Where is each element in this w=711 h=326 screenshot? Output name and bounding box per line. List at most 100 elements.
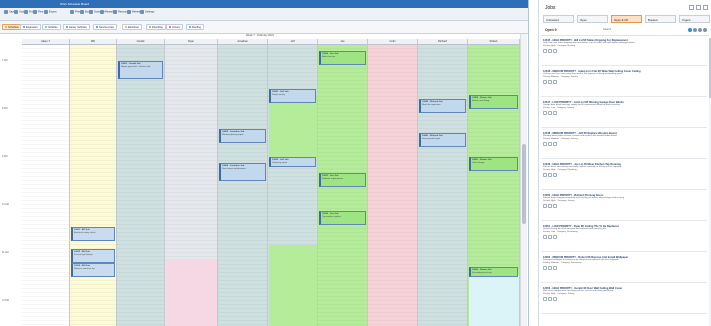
sort-icon[interactable]: [703, 28, 707, 32]
tab-color-dot: [23, 26, 25, 29]
tab-label: Joinery: [172, 26, 181, 29]
edit-icon[interactable]: [548, 172, 552, 177]
tab-heavy-vehicles[interactable]: Heavy Vehicles: [63, 24, 90, 30]
book-icon[interactable]: [543, 296, 547, 301]
schedule-event[interactable]: 12406 - Jonathan Job Door frame replaceme…: [219, 163, 266, 181]
book-icon[interactable]: [543, 265, 547, 270]
panel-tab-unbooked[interactable]: Unbooked: [543, 15, 574, 23]
toolbar-print-button[interactable]: Print: [33, 10, 43, 14]
add-icon[interactable]: [688, 28, 692, 32]
tab-label: Service Area: [99, 26, 114, 29]
event-description: Radiator replacement: [322, 177, 343, 180]
book-icon[interactable]: [543, 48, 547, 53]
toolbar-export-button[interactable]: Export: [44, 10, 57, 14]
event-description: Fence panel repair: [422, 137, 441, 140]
time-label: 11 AM: [2, 251, 9, 254]
schedule-event[interactable]: 12415 - Bill Job Fit new light fittings: [71, 249, 115, 263]
tab-roofing[interactable]: Roofing: [186, 24, 204, 30]
tab-engineers[interactable]: Engineers: [20, 24, 41, 30]
schedule-event[interactable]: 12405 - Jonathan Job Window glazing repai…: [219, 129, 266, 143]
schedule-event[interactable]: 12430 - Joe Job Boiler service: [319, 51, 366, 65]
schedule-event[interactable]: 12431 - Joe Job Radiator replacement: [319, 173, 366, 187]
job-list-item[interactable]: 12349 - HIGH PRIORITY - Joe LH 4ft Mixer…: [541, 162, 707, 190]
schedule-event[interactable]: 12450 - Robert Job Kitchen unit fitting: [469, 95, 518, 109]
edit-icon[interactable]: [548, 296, 552, 301]
maximize-icon[interactable]: [696, 5, 701, 10]
toolbar-label: Print: [38, 10, 44, 14]
info-icon[interactable]: [553, 234, 557, 239]
panel-tab-urgent[interactable]: Urgent: [679, 15, 710, 23]
tab-vehicles[interactable]: Vehicles: [42, 24, 61, 30]
hour-lines: [70, 44, 116, 326]
tab-service-area[interactable]: Service Area: [93, 24, 117, 30]
job-meta: Priority: High · Category: Joinery: [543, 199, 575, 202]
tab-label: Engineers: [26, 26, 38, 29]
edit-icon[interactable]: [548, 48, 552, 53]
job-list-item[interactable]: 12347 - LOW PRIORITY - Colin LH 8ft Miss…: [541, 100, 707, 128]
edit-icon[interactable]: [548, 203, 552, 208]
window-title: Work Schedule Board: [60, 2, 90, 6]
edit-icon[interactable]: [548, 265, 552, 270]
schedule-event[interactable]: 12441 - Richard Job Fence panel repair: [419, 133, 466, 147]
tab-color-dot: [149, 26, 151, 29]
schedule-event[interactable]: 12422 - Jeff Job Guttering repair: [269, 157, 316, 167]
event-description: Kitchen unit fitting: [472, 99, 490, 102]
book-icon[interactable]: [543, 79, 547, 84]
book-icon[interactable]: [543, 234, 547, 239]
filter-icon[interactable]: [698, 28, 702, 32]
job-list-item[interactable]: 12345 - HIGH PRIORITY - Bill LH 6ft Slat…: [541, 38, 707, 66]
scrollbar-thumb[interactable]: [522, 144, 526, 224]
schedule-board-window: Work Schedule Board 7 February 2021 Save…: [0, 0, 529, 326]
event-description: Lock change: [472, 161, 485, 164]
job-list-item[interactable]: 12346 - MEDIUM PRIORITY - Adam LH 1 Flat…: [541, 69, 707, 97]
tab-label: Roofing: [192, 26, 201, 29]
job-list-item[interactable]: 12353 - HIGH PRIORITY - Gerald 4ft Over …: [541, 286, 707, 314]
edit-icon[interactable]: [548, 141, 552, 146]
job-list-item[interactable]: 12348 - MEDIUM PRIORITY - Jeff 6ft Repla…: [541, 131, 707, 159]
tab-electrical[interactable]: Electrical: [122, 24, 142, 30]
info-icon[interactable]: [553, 79, 557, 84]
event-description: Replace extractor fan: [74, 267, 95, 270]
search-input[interactable]: Search: [603, 28, 611, 31]
schedule-event[interactable]: 12401 - Gerald Job Repair pipe leak - kit…: [118, 61, 163, 79]
minimize-icon[interactable]: [689, 5, 694, 10]
job-list-item[interactable]: 12351 - LOW PRIORITY - Ryan 6ft Ceiling …: [541, 224, 707, 252]
schedule-event[interactable]: 12411 - Bill Job Electrical safety check: [71, 227, 115, 241]
schedule-event[interactable]: 12451 - Robert Job Lock change: [469, 157, 518, 171]
tab-schedule[interactable]: Schedule: [2, 24, 22, 30]
schedule-event[interactable]: 12440 - Richard Job Roof tile inspection: [419, 99, 466, 113]
close-icon[interactable]: [703, 5, 708, 10]
schedule-event[interactable]: 12432 - Joe Job Tap washer replace: [319, 211, 366, 225]
panel-tab-open-off[interactable]: Open & Off: [611, 15, 642, 23]
hour-lines: [418, 44, 467, 326]
schedule-event[interactable]: 12452 - Robert Job Decorating touch-up: [469, 267, 518, 277]
toolbar-settings-button[interactable]: Settings: [140, 10, 154, 14]
edit-icon[interactable]: [548, 234, 552, 239]
info-icon[interactable]: [553, 141, 557, 146]
panel-tab-open[interactable]: Open: [577, 15, 608, 23]
toolbar-refresh-button[interactable]: Refresh: [127, 10, 141, 14]
info-icon[interactable]: [553, 48, 557, 53]
tab-plumbing[interactable]: Plumbing: [146, 24, 166, 30]
schedule-scrollbar[interactable]: [520, 34, 527, 326]
panel-tab-booked[interactable]: Booked: [645, 15, 676, 23]
info-icon[interactable]: [553, 110, 557, 115]
book-icon[interactable]: [543, 203, 547, 208]
info-icon[interactable]: [553, 172, 557, 177]
book-icon[interactable]: [543, 110, 547, 115]
info-icon[interactable]: [553, 203, 557, 208]
info-icon[interactable]: [553, 265, 557, 270]
book-icon[interactable]: [543, 141, 547, 146]
time-label: 8 AM: [2, 107, 8, 110]
job-list-item[interactable]: 12352 - MEDIUM PRIORITY - Robert 8ft Rem…: [541, 255, 707, 283]
schedule-event[interactable]: 12421 - Jeff Job Damp survey: [269, 89, 316, 103]
job-list-item[interactable]: 12350 - HIGH PRIORITY - Richard 2ft Hung…: [541, 193, 707, 221]
book-icon[interactable]: [543, 172, 547, 177]
edit-icon[interactable]: [548, 110, 552, 115]
schedule-event[interactable]: 12416 - Bill Job Replace extractor fan: [71, 263, 115, 277]
info-icon[interactable]: [553, 296, 557, 301]
time-label: 12 PM: [2, 299, 9, 302]
edit-icon[interactable]: [548, 79, 552, 84]
refresh-icon[interactable]: [693, 28, 697, 32]
tab-joinery[interactable]: Joinery: [166, 24, 184, 30]
